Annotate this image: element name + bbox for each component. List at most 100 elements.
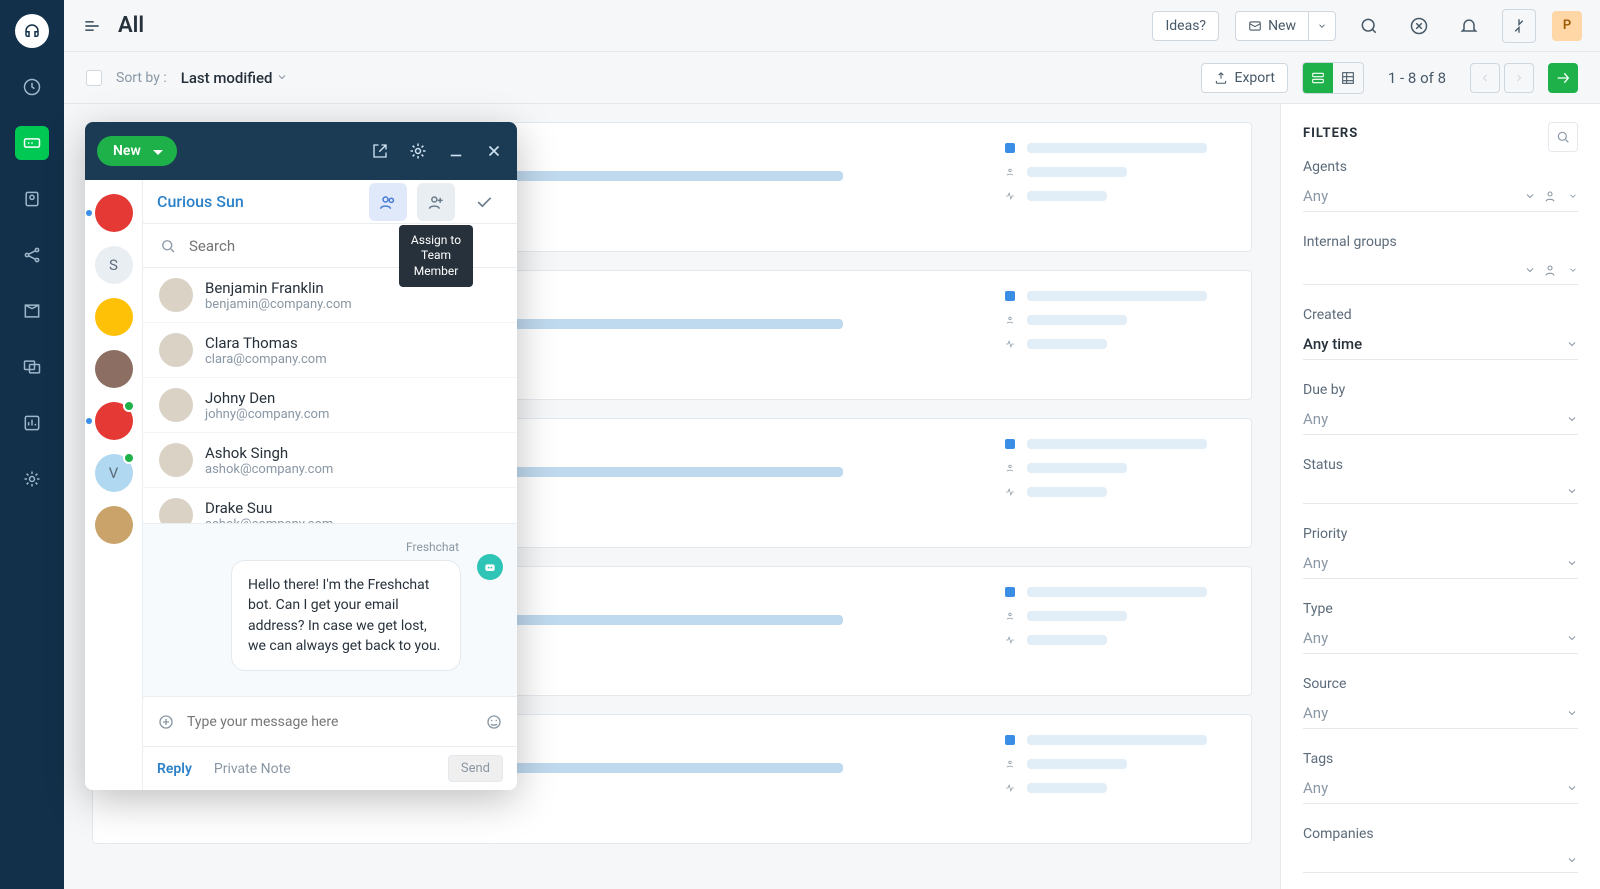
freshworks-switcher-icon[interactable] bbox=[1502, 9, 1536, 43]
member-item[interactable]: Clara Thomasclara@company.com bbox=[143, 323, 517, 378]
contact-name[interactable]: Curious Sun bbox=[157, 192, 244, 211]
next-page-button[interactable] bbox=[1504, 63, 1534, 93]
new-button-group: New bbox=[1235, 11, 1336, 41]
filter-group: AgentsAny bbox=[1303, 159, 1578, 212]
minimize-icon[interactable] bbox=[445, 140, 467, 162]
filter-group: SourceAny bbox=[1303, 676, 1578, 729]
notifications-icon[interactable] bbox=[1452, 9, 1486, 43]
sort-bar: Sort by : Last modified Export 1 - 8 of … bbox=[64, 52, 1600, 104]
filter-value[interactable] bbox=[1303, 256, 1578, 285]
member-item[interactable]: Drake Suuashok@company.com bbox=[143, 488, 517, 524]
pagination bbox=[1470, 63, 1534, 93]
prev-page-button[interactable] bbox=[1470, 63, 1500, 93]
select-all-checkbox[interactable] bbox=[86, 70, 102, 86]
new-dropdown-button[interactable] bbox=[1309, 11, 1336, 41]
message-input[interactable] bbox=[187, 714, 473, 730]
chat-icon[interactable] bbox=[1402, 9, 1436, 43]
conversation-avatar[interactable]: S bbox=[95, 246, 133, 284]
filter-value[interactable]: Any time bbox=[1303, 329, 1578, 360]
conversation-avatar[interactable] bbox=[95, 350, 133, 388]
nav-settings-icon[interactable] bbox=[15, 462, 49, 496]
filter-value[interactable]: Any bbox=[1303, 548, 1578, 579]
conversation-avatar[interactable] bbox=[95, 298, 133, 336]
assign-member-button[interactable]: Assign to Team Member bbox=[417, 183, 455, 221]
filter-label: Companies bbox=[1303, 826, 1578, 842]
send-button[interactable]: Send bbox=[448, 755, 503, 782]
filter-search-icon[interactable] bbox=[1548, 122, 1578, 152]
nav-reports-icon[interactable] bbox=[15, 406, 49, 440]
close-icon[interactable] bbox=[483, 140, 505, 162]
reply-tab[interactable]: Reply bbox=[157, 761, 192, 777]
filter-group: Status bbox=[1303, 457, 1578, 504]
member-avatar bbox=[159, 388, 193, 422]
agent-icon bbox=[1005, 167, 1015, 177]
conversation-avatar[interactable] bbox=[95, 402, 133, 440]
search-icon[interactable] bbox=[1352, 9, 1386, 43]
ideas-button[interactable]: Ideas? bbox=[1152, 11, 1219, 41]
filter-value[interactable]: Any bbox=[1303, 773, 1578, 804]
filter-value[interactable] bbox=[1303, 848, 1578, 873]
member-item[interactable]: Ashok Singhashok@company.com bbox=[143, 433, 517, 488]
sort-value[interactable]: Last modified bbox=[181, 69, 288, 87]
filter-group: Companies bbox=[1303, 826, 1578, 873]
resolve-button[interactable] bbox=[465, 183, 503, 221]
member-name: Ashok Singh bbox=[205, 444, 333, 462]
new-button[interactable]: New bbox=[1235, 11, 1309, 41]
member-name: Drake Suu bbox=[205, 499, 333, 517]
member-email: clara@company.com bbox=[205, 352, 327, 367]
filter-value[interactable]: Any bbox=[1303, 698, 1578, 729]
toggle-filters-button[interactable] bbox=[1548, 63, 1578, 93]
filter-value[interactable]: Any bbox=[1303, 404, 1578, 435]
conversation-status-dropdown[interactable]: New bbox=[97, 136, 177, 166]
filter-label: Status bbox=[1303, 457, 1578, 473]
chevron-down-icon bbox=[1566, 707, 1578, 719]
filter-value[interactable]: Any bbox=[1303, 623, 1578, 654]
scope-icon bbox=[1544, 188, 1560, 204]
left-nav bbox=[0, 0, 64, 889]
bot-avatar-icon bbox=[477, 554, 503, 580]
filter-value[interactable] bbox=[1303, 479, 1578, 504]
top-bar: All Ideas? New P bbox=[64, 0, 1600, 52]
private-note-tab[interactable]: Private Note bbox=[214, 761, 291, 777]
nav-forums-icon[interactable] bbox=[15, 350, 49, 384]
sort-label: Sort by : bbox=[116, 70, 167, 86]
app-logo[interactable] bbox=[15, 14, 49, 48]
member-email: ashok@company.com bbox=[205, 517, 333, 525]
view-toggle bbox=[1302, 62, 1364, 94]
member-name: Johny Den bbox=[205, 389, 329, 407]
filter-group: CreatedAny time bbox=[1303, 307, 1578, 360]
gear-icon[interactable] bbox=[407, 140, 429, 162]
bot-name-label: Freshchat bbox=[159, 540, 501, 554]
page-title: All bbox=[118, 13, 144, 38]
nav-dashboard-icon[interactable] bbox=[15, 70, 49, 104]
conversation-avatar[interactable]: V bbox=[95, 454, 133, 492]
popout-icon[interactable] bbox=[369, 140, 391, 162]
member-item[interactable]: Johny Denjohny@company.com bbox=[143, 378, 517, 433]
conversation-avatar[interactable] bbox=[95, 194, 133, 232]
filter-group: Tags Any bbox=[1303, 751, 1578, 804]
user-avatar[interactable]: P bbox=[1552, 11, 1582, 41]
add-attachment-icon[interactable] bbox=[157, 713, 175, 731]
menu-toggle-icon[interactable] bbox=[82, 16, 102, 36]
emoji-icon[interactable] bbox=[485, 713, 503, 731]
chevron-down-icon bbox=[1566, 413, 1578, 425]
table-view-button[interactable] bbox=[1333, 63, 1363, 93]
assign-group-button[interactable] bbox=[369, 183, 407, 221]
nav-contacts-icon[interactable] bbox=[15, 182, 49, 216]
search-icon bbox=[159, 237, 177, 255]
chevron-down-icon bbox=[1566, 557, 1578, 569]
bot-message: Hello there! I'm the Freshchat bot. Can … bbox=[231, 560, 461, 671]
export-button[interactable]: Export bbox=[1201, 63, 1287, 93]
chat-contact-bar: Curious Sun Assign to Team Member bbox=[143, 180, 517, 224]
chat-main: Curious Sun Assign to Team Member Benjam… bbox=[143, 180, 517, 790]
composer-tabs: Reply Private Note Send bbox=[143, 746, 517, 790]
filter-label: Tags bbox=[1303, 751, 1578, 767]
nav-social-icon[interactable] bbox=[15, 238, 49, 272]
conversation-avatar[interactable] bbox=[95, 506, 133, 544]
nav-solutions-icon[interactable] bbox=[15, 294, 49, 328]
nav-tickets-icon[interactable] bbox=[15, 126, 49, 160]
filters-panel: FILTERS AgentsAnyInternal groupsCreatedA… bbox=[1280, 104, 1600, 889]
filter-value[interactable]: Any bbox=[1303, 181, 1578, 212]
card-view-button[interactable] bbox=[1303, 63, 1333, 93]
chat-thread: Freshchat Hello there! I'm the Freshchat… bbox=[143, 524, 517, 696]
